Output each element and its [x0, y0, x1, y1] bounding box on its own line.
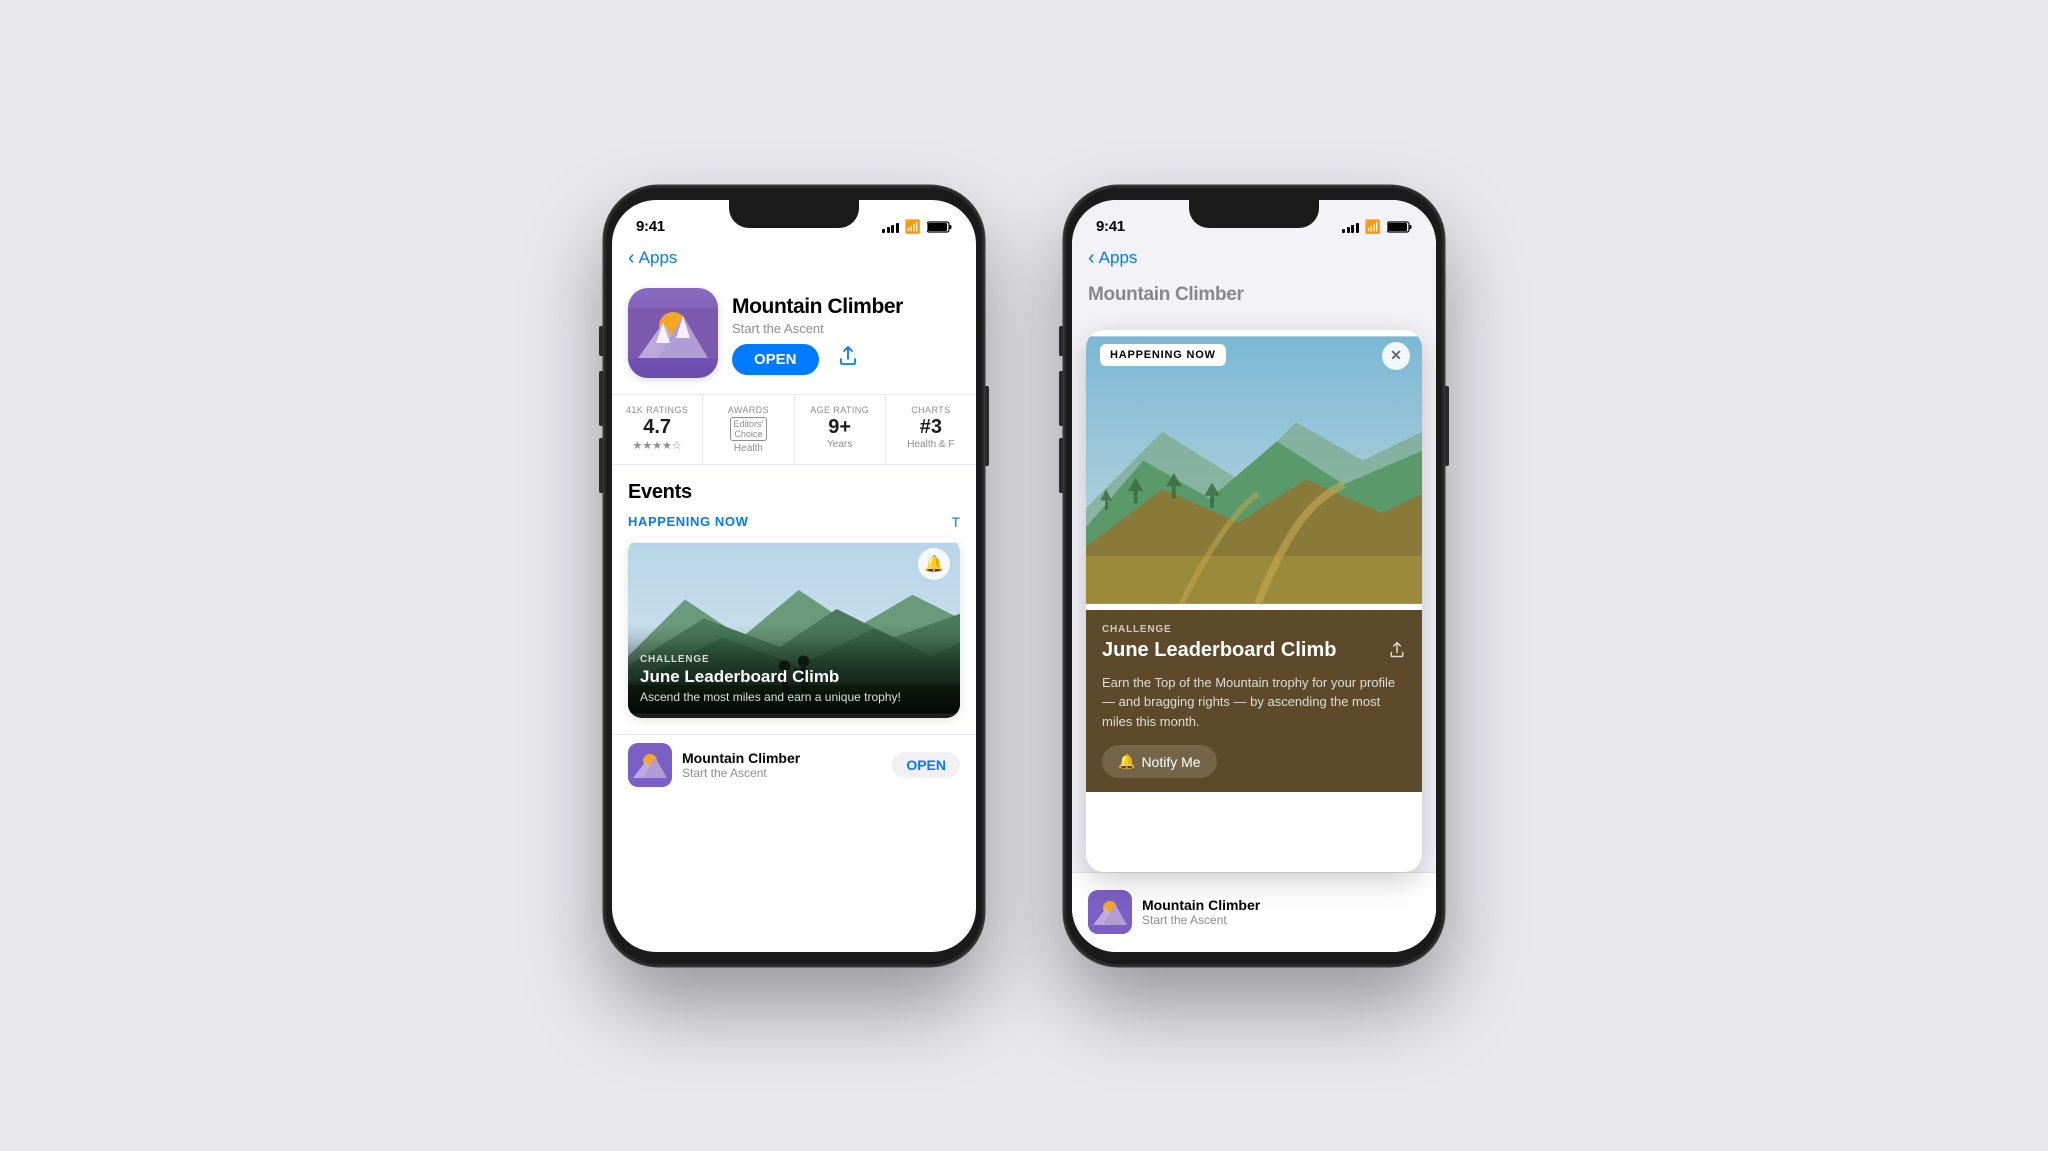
- rating-value-1: 4.7: [620, 417, 694, 437]
- back-button-2[interactable]: ‹ Apps: [1088, 248, 1137, 268]
- rating-cell-chart: CHARTS #3 Health & F: [886, 395, 976, 464]
- app-icon-1: [628, 288, 718, 378]
- mini-open-button-1[interactable]: OPEN: [892, 752, 960, 778]
- status-time-1: 9:41: [636, 218, 665, 235]
- battery-icon-1: [927, 221, 952, 233]
- mini-app-info-2: Mountain Climber Start the Ascent: [1142, 897, 1420, 927]
- mini-app-name-1: Mountain Climber: [682, 750, 882, 766]
- wifi-icon-1: 📶: [905, 219, 921, 235]
- awards-sub: Health: [711, 443, 785, 454]
- overlay-content: CHALLENGE June Leaderboard Climb Earn th…: [1086, 610, 1422, 793]
- rating-cell-age: AGE RATING 9+ Years: [795, 395, 886, 464]
- back-button-1[interactable]: ‹ Apps: [628, 248, 677, 268]
- happening-now-label-1: HAPPENING NOW: [628, 514, 748, 530]
- overlay-share-icon[interactable]: [1388, 640, 1406, 665]
- nav-bar-1: ‹ Apps: [612, 244, 976, 276]
- bell-icon-notify: 🔔: [1118, 753, 1135, 770]
- phone2-bg-title: Mountain Climber: [1072, 276, 1436, 314]
- phone2-bottom-row: Mountain Climber Start the Ascent: [1072, 872, 1436, 952]
- age-sub: Years: [803, 439, 877, 450]
- mini-app-icon-2: [1088, 890, 1132, 934]
- overlay-event-type: CHALLENGE: [1102, 624, 1406, 635]
- notch-2: [1189, 200, 1319, 228]
- awards-label: AWARDS: [711, 405, 785, 415]
- rating-cell-awards: AWARDS Editors'Choice Health: [703, 395, 794, 464]
- app-actions-1: OPEN: [732, 344, 960, 375]
- overlay-event-desc: Earn the Top of the Mountain trophy for …: [1102, 673, 1406, 732]
- notify-me-label: Notify Me: [1141, 754, 1200, 770]
- bell-button-1[interactable]: 🔔: [918, 548, 950, 580]
- stars-1: ★★★★☆: [620, 439, 694, 452]
- overlay-hero: HAPPENING NOW ✕: [1086, 330, 1422, 610]
- phone-2: 9:41 📶: [1064, 186, 1444, 966]
- ratings-count-label: 41K RATINGS: [620, 405, 694, 415]
- overlay-badge: HAPPENING NOW: [1100, 344, 1226, 366]
- chart-sub: Health & F: [894, 439, 968, 450]
- mini-app-icon-1: [628, 743, 672, 787]
- event-desc-1: Ascend the most miles and earn a unique …: [640, 690, 948, 706]
- ratings-row-1: 41K RATINGS 4.7 ★★★★☆ AWARDS Editors'Cho…: [612, 394, 976, 465]
- app-subtitle-1: Start the Ascent: [732, 321, 960, 336]
- status-icons-1: 📶: [882, 219, 952, 235]
- chart-value: #3: [894, 417, 968, 437]
- see-all-label-1[interactable]: T: [951, 514, 960, 530]
- age-label: AGE RATING: [803, 405, 877, 415]
- back-label-1: Apps: [639, 248, 678, 268]
- nav-bar-2: ‹ Apps: [1072, 244, 1436, 276]
- event-info-1: CHALLENGE June Leaderboard Climb Ascend …: [628, 624, 960, 718]
- overlay-event-title: June Leaderboard Climb: [1102, 638, 1380, 662]
- events-title: Events: [628, 481, 960, 504]
- notch-1: [729, 200, 859, 228]
- rating-cell-score: 41K RATINGS 4.7 ★★★★☆: [612, 395, 703, 464]
- event-card-1[interactable]: 🔔 CHALLENGE June Leaderboard Climb Ascen…: [628, 538, 960, 718]
- notify-me-button[interactable]: 🔔 Notify Me: [1102, 745, 1217, 778]
- chart-label: CHARTS: [894, 405, 968, 415]
- age-value: 9+: [803, 417, 877, 437]
- mini-app-sub-2: Start the Ascent: [1142, 913, 1420, 927]
- event-type-1: CHALLENGE: [640, 654, 948, 665]
- app-header-1: Mountain Climber Start the Ascent OPEN: [612, 276, 976, 394]
- phone-1-screen: 9:41 📶: [612, 200, 976, 952]
- chevron-left-icon-1: ‹: [628, 248, 635, 268]
- mini-app-sub-1: Start the Ascent: [682, 766, 882, 780]
- share-icon-1[interactable]: [837, 345, 859, 373]
- status-time-2: 9:41: [1096, 218, 1125, 235]
- editors-choice: Editors'Choice: [711, 417, 785, 441]
- status-icons-2: 📶: [1342, 219, 1412, 235]
- mini-app-name-2: Mountain Climber: [1142, 897, 1420, 913]
- mini-app-info-1: Mountain Climber Start the Ascent: [682, 750, 882, 780]
- app-info-1: Mountain Climber Start the Ascent OPEN: [732, 288, 960, 375]
- open-button-1[interactable]: OPEN: [732, 344, 819, 375]
- overlay-title-row: June Leaderboard Climb: [1102, 638, 1406, 665]
- event-image-1: 🔔 CHALLENGE June Leaderboard Climb Ascen…: [628, 538, 960, 718]
- close-button-overlay[interactable]: ✕: [1382, 342, 1410, 370]
- event-overlay-card[interactable]: HAPPENING NOW ✕ CHALLENGE June Leaderboa…: [1086, 330, 1422, 872]
- events-section-header: Events: [612, 481, 976, 510]
- app-name-1: Mountain Climber: [732, 294, 960, 319]
- events-sub-header: HAPPENING NOW T: [612, 510, 976, 538]
- phone-2-screen: 9:41 📶: [1072, 200, 1436, 952]
- signal-icon-2: [1342, 221, 1359, 233]
- battery-icon-2: [1387, 221, 1412, 233]
- bottom-app-row-1: Mountain Climber Start the Ascent OPEN: [612, 734, 976, 795]
- chevron-left-icon-2: ‹: [1088, 248, 1095, 268]
- signal-icon-1: [882, 221, 899, 233]
- phone-1: 9:41 📶: [604, 186, 984, 966]
- back-label-2: Apps: [1099, 248, 1138, 268]
- phones-container: 9:41 📶: [604, 186, 1444, 966]
- event-title-1: June Leaderboard Climb: [640, 667, 948, 687]
- wifi-icon-2: 📶: [1365, 219, 1381, 235]
